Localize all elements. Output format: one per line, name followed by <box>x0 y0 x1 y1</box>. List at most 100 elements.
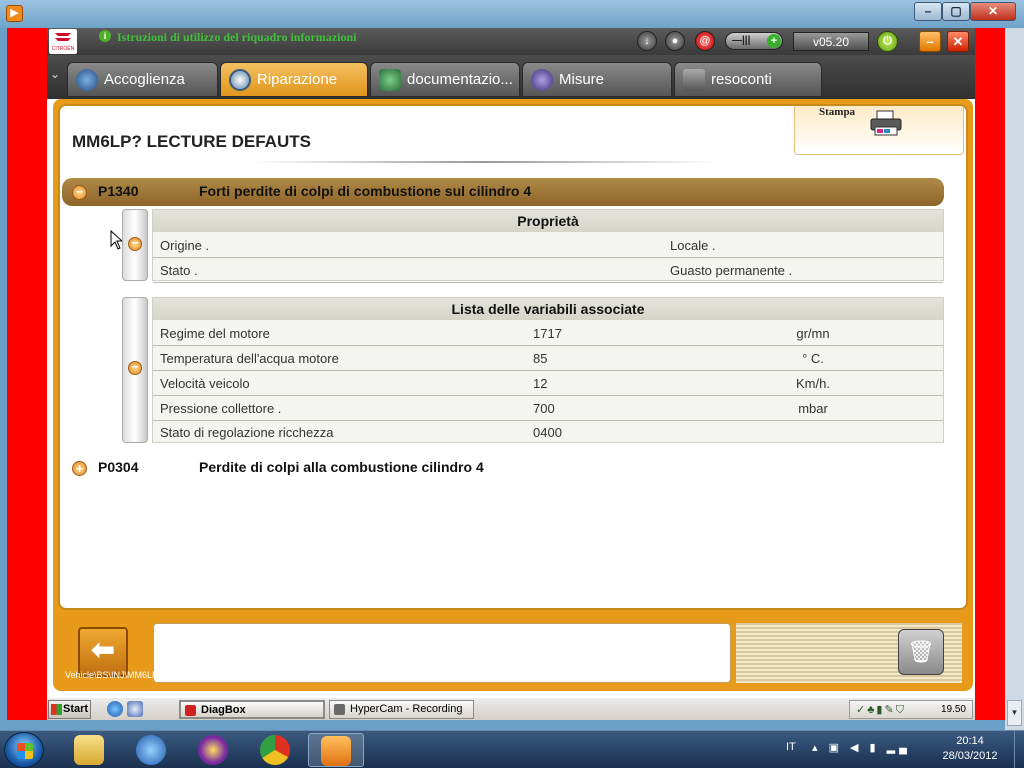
print-button[interactable]: Stampa <box>794 106 964 155</box>
hypercam-icon <box>334 704 345 715</box>
chevron-down-icon[interactable]: ⌄ <box>50 67 60 81</box>
script-path: Vehicle\BS\INJ\MM6LP\BS_MM6LP_Lecture_de… <box>65 670 328 680</box>
yahoo-messenger-icon[interactable] <box>186 733 242 767</box>
windows-flag-icon <box>51 704 62 715</box>
variable-name: Velocità veicolo <box>160 376 250 391</box>
plugin-bars: —||| <box>732 35 751 46</box>
windows-start-button[interactable] <box>4 732 44 768</box>
logo-chevron-bottom <box>55 38 71 43</box>
language-indicator[interactable]: IT <box>786 741 796 753</box>
printer-icon <box>870 110 902 136</box>
ie-icon[interactable] <box>124 733 180 767</box>
tab-label: resoconti <box>711 71 772 88</box>
tray-icons[interactable]: ▴ ▣ ◀ ▮ ▂▄ <box>812 741 911 754</box>
xp-start-button[interactable]: Start <box>48 700 91 719</box>
properties-header: Proprietà <box>153 210 943 232</box>
tray-icons[interactable]: ✓♣▮✎⛉ <box>856 703 906 717</box>
brand-logo: CITROËN <box>49 29 77 54</box>
tab-resoconti[interactable]: resoconti <box>674 62 822 97</box>
window-titlebar[interactable]: ▶ – ▢ ✕ <box>0 0 1024 28</box>
play-icon[interactable]: ▶ <box>6 5 23 22</box>
table-row: Regime del motore 1717 gr/mn <box>153 321 943 346</box>
browser-icon <box>136 735 166 765</box>
page-title: MM6LP? LECTURE DEFAUTS <box>72 132 311 151</box>
tray-clock: 19.50 <box>940 704 966 715</box>
property-label: Stato . <box>160 263 198 278</box>
fault-row-expanded[interactable]: − P1340 Forti perdite di colpi di combus… <box>62 178 944 206</box>
user-icon[interactable]: ● <box>665 31 685 51</box>
version-badge: v05.20 <box>793 32 869 51</box>
book-icon <box>379 69 401 91</box>
diagbox-icon <box>185 705 196 716</box>
window-close-button[interactable]: ✕ <box>970 2 1016 21</box>
variable-unit: gr/mn <box>796 326 830 341</box>
table-row: Origine . Locale . <box>153 233 943 258</box>
window-minimize-button[interactable]: – <box>914 2 942 21</box>
at-icon[interactable]: @ <box>695 31 715 51</box>
window-maximize-button[interactable]: ▢ <box>942 2 970 21</box>
property-value: Locale . <box>670 238 716 253</box>
taskbar-diagbox-button[interactable]: DiagBox <box>179 700 325 719</box>
content-panel: Stampa MM6LP? LECTURE DEFAUTS − P1340 Fo… <box>58 104 968 610</box>
variable-name: Temperatura dell'acqua motore <box>160 351 339 366</box>
collapse-icon[interactable]: − <box>72 185 87 200</box>
plugin-icon[interactable]: —||| + <box>725 32 783 50</box>
internet-explorer-icon[interactable] <box>107 701 123 717</box>
show-desktop-icon[interactable] <box>127 701 143 717</box>
taskbar-hypercam-button[interactable]: HyperCam - Recording <box>329 700 474 719</box>
cursor-arrow-icon <box>110 229 124 250</box>
folder-icon <box>74 735 104 765</box>
download-icon[interactable]: ↓ <box>637 31 657 51</box>
tab-label: Misure <box>559 71 605 88</box>
tab-misure[interactable]: Misure <box>522 62 672 97</box>
hypercam-taskbar-icon[interactable] <box>308 733 364 767</box>
scroll-down-arrow-icon[interactable]: ▼ <box>1007 700 1022 726</box>
expand-icon[interactable]: + <box>72 461 87 476</box>
plus-icon: + <box>767 34 781 48</box>
variables-box: Lista delle variabili associate Regime d… <box>152 297 944 443</box>
tab-riparazione[interactable]: Riparazione <box>220 62 368 97</box>
tab-accoglienza[interactable]: Accoglienza <box>67 62 218 97</box>
tab-label: documentazio... <box>407 71 513 88</box>
minimize-icon[interactable]: – <box>919 31 941 52</box>
left-red-border <box>7 28 47 720</box>
taskbar-button-label: DiagBox <box>201 704 246 716</box>
clock-date[interactable]: 28/03/2012 <box>930 750 1010 762</box>
variable-value: 0400 <box>533 425 562 440</box>
properties-collapse-handle[interactable]: − <box>122 209 148 281</box>
variable-value: 85 <box>533 351 548 366</box>
right-red-border <box>975 28 1005 720</box>
tab-label: Accoglienza <box>104 71 185 88</box>
chrome-icon[interactable] <box>248 733 304 767</box>
collapse-icon: − <box>128 236 142 251</box>
close-icon[interactable]: ✕ <box>947 31 969 52</box>
top-toolbar: CITROËN i Istruzioni di utilizzo del riq… <box>47 28 975 55</box>
magnifier-icon <box>229 69 251 91</box>
info-icon[interactable]: i <box>99 30 111 42</box>
waveform-icon <box>531 69 553 91</box>
title-divider <box>250 161 720 163</box>
fault-description: Forti perdite di colpi di combustione su… <box>199 183 532 199</box>
taskbar-button-label: HyperCam - Recording <box>350 703 463 715</box>
table-row: Velocità veicolo 12 Km/h. <box>153 371 943 396</box>
property-label: Origine . <box>160 238 210 253</box>
info-panel-instructions[interactable]: Istruzioni di utilizzo del riquadro info… <box>117 30 356 45</box>
main-tabbar: ⌄ Accoglienza Riparazione documentazio..… <box>47 55 975 99</box>
fault-row-collapsed[interactable]: + P0304 Perdite di colpi alla combustion… <box>62 454 944 482</box>
table-row: Stato di regolazione ricchezza 0400 <box>153 420 943 445</box>
variables-header: Lista delle variabili associate <box>153 298 943 320</box>
variables-collapse-handle[interactable]: − <box>122 297 148 443</box>
table-row: Stato . Guasto permanente . <box>153 258 943 283</box>
print-label: Stampa <box>819 106 856 118</box>
trash-icon[interactable]: 🗑 <box>898 629 944 675</box>
clock-time[interactable]: 20:14 <box>930 735 1010 747</box>
tab-documentazione[interactable]: documentazio... <box>370 62 520 97</box>
variable-name: Stato di regolazione ricchezza <box>160 425 334 440</box>
explorer-icon[interactable] <box>62 733 118 767</box>
power-icon[interactable]: ⏻ <box>877 31 898 52</box>
show-desktop-button[interactable] <box>1014 731 1024 768</box>
variable-unit: mbar <box>798 401 828 416</box>
logo-brand-text: CITROËN <box>51 46 75 52</box>
right-scroll-strip <box>1005 28 1024 730</box>
variable-value: 700 <box>533 401 555 416</box>
